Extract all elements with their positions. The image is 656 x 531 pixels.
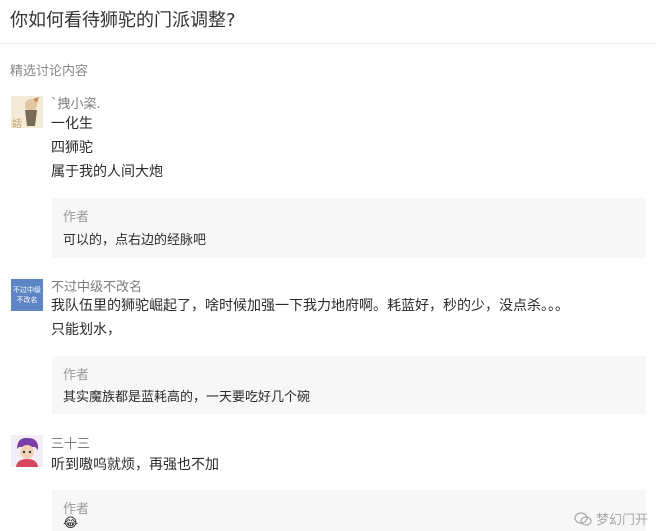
title-divider bbox=[0, 43, 656, 44]
avatar-caption: 話 bbox=[12, 119, 22, 128]
comment-author[interactable]: 三十三 bbox=[51, 433, 90, 452]
comment-line: 听到嗷呜就烦，再强也不加 bbox=[51, 457, 219, 473]
comment-line: 四狮驼 bbox=[51, 140, 93, 156]
reply-text: 😂 bbox=[63, 516, 79, 531]
reply-author-label: 作者 bbox=[63, 368, 90, 383]
section-label: 精选讨论内容 bbox=[10, 64, 89, 79]
reply-text: 可以的，点右边的经脉吧 bbox=[63, 233, 207, 248]
reply-author-label: 作者 bbox=[63, 502, 90, 517]
article-title: 你如何看待狮驼的门派调整? bbox=[10, 10, 236, 31]
comment-author[interactable]: 不过中级不改名 bbox=[51, 276, 142, 295]
avatar[interactable]: 不过中级 不改名 bbox=[11, 279, 43, 311]
comment-line: 属于我的人间大炮 bbox=[51, 164, 163, 180]
comment-line: 一化生 bbox=[51, 116, 93, 132]
comment-author[interactable]: `拽小栥. bbox=[51, 93, 101, 112]
watermark-text: 梦幻门开 bbox=[595, 513, 648, 528]
comment-line: 我队伍里的狮驼崛起了，啥时候加强一下我力地府啊。耗蓝好，秒的少，没点杀。。。 bbox=[51, 298, 569, 314]
avatar-caption: 不过中级 不改名 bbox=[13, 286, 41, 304]
author-reply: 作者 其实魔族都是蓝耗高的，一天要吃好几个碗 bbox=[52, 356, 646, 414]
watermark: 梦幻门开 bbox=[574, 509, 648, 528]
avatar[interactable]: 話 bbox=[11, 96, 43, 128]
author-reply: 作者 可以的，点右边的经脉吧 bbox=[52, 198, 646, 258]
user-avatar-icon bbox=[11, 435, 43, 467]
reply-author-label: 作者 bbox=[63, 210, 90, 225]
avatar[interactable] bbox=[11, 435, 43, 467]
comment-line: 只能划水， bbox=[51, 322, 121, 338]
reply-text: 其实魔族都是蓝耗高的，一天要吃好几个碗 bbox=[63, 390, 311, 405]
author-reply: 作者 😂 bbox=[52, 490, 646, 531]
wechat-icon bbox=[574, 512, 592, 526]
